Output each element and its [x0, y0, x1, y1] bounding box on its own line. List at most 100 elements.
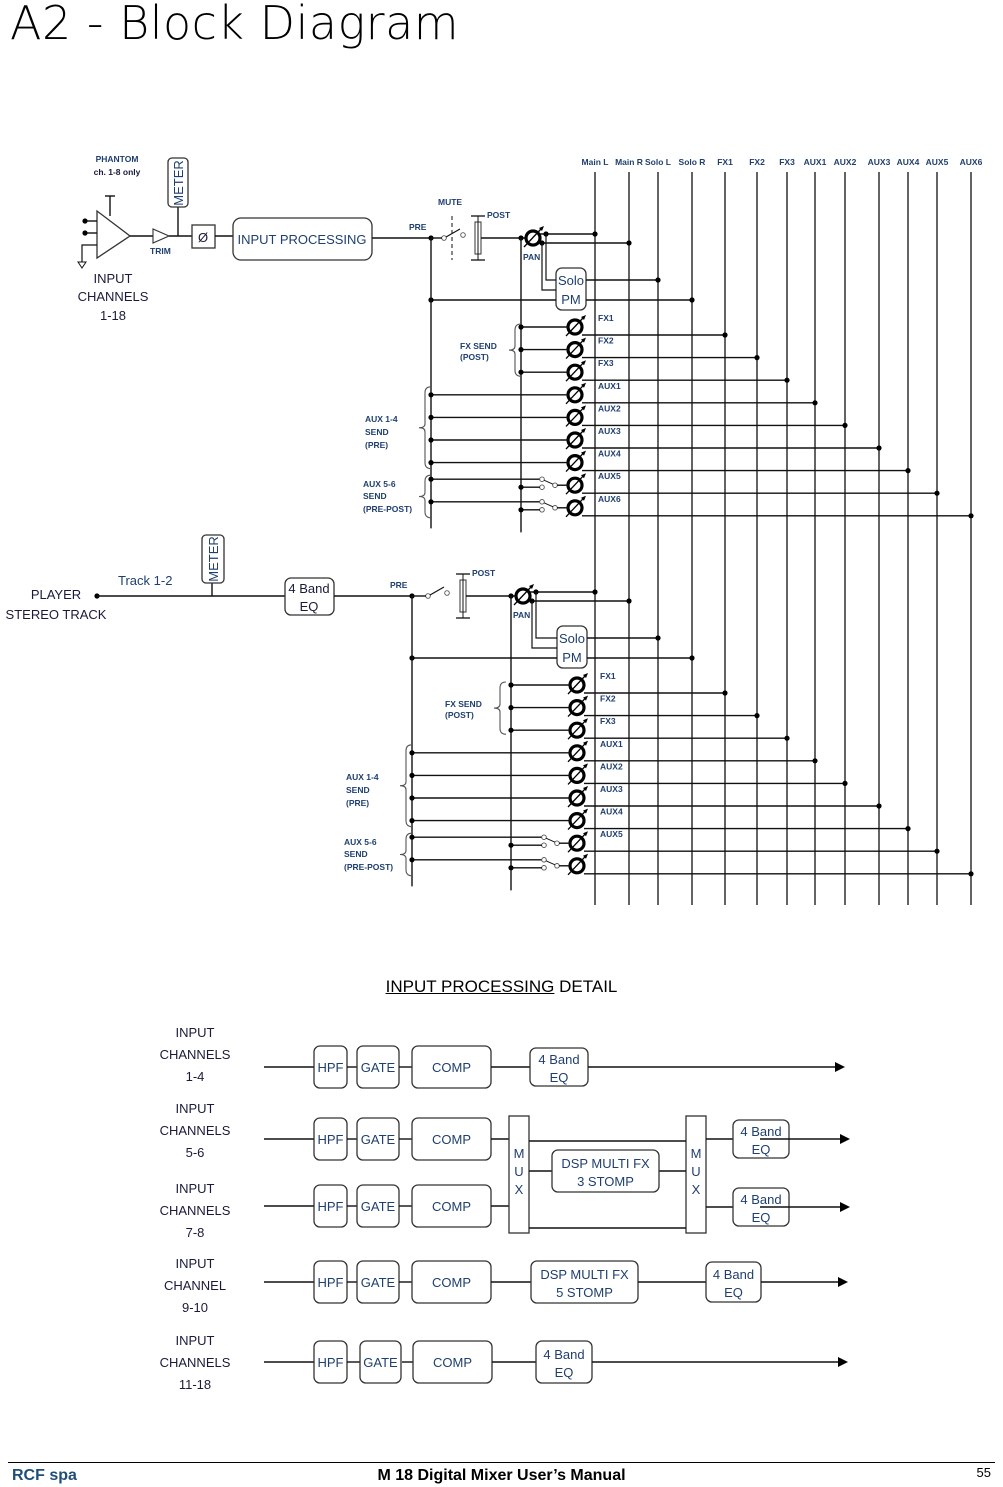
row-label-2: INPUT: [176, 1181, 215, 1196]
mute-switch-icon: [429, 586, 445, 596]
post-send-dot: [518, 324, 524, 330]
send-knob-icon: [567, 673, 588, 695]
aux14-label: AUX 1-4: [365, 414, 398, 424]
post-label: POST: [487, 210, 511, 220]
bus-label-10: AUX4: [897, 157, 920, 167]
row-label-4: INPUT: [176, 1333, 215, 1348]
send-label-aux6: AUX6: [598, 494, 621, 504]
junction-dot: [655, 277, 661, 283]
mux-label: M: [691, 1146, 702, 1161]
send-label-aux4: AUX4: [598, 449, 621, 459]
mux-label: X: [515, 1182, 524, 1197]
bus-junction-dot: [812, 400, 818, 406]
switch-contact-icon: [541, 857, 547, 863]
eq-block-label: EQ: [752, 1210, 771, 1225]
switch-contact-icon: [552, 505, 558, 511]
bus-label-2: Solo L: [645, 157, 671, 167]
send-label-fx3: FX3: [600, 716, 616, 726]
hpf-block-label: HPF: [318, 1060, 344, 1075]
bus-label-1: Main R: [615, 157, 643, 167]
aux56-sub-label: (PRE-POST): [344, 862, 393, 872]
eq-block-label: 4 Band: [740, 1192, 781, 1207]
junction-dot: [689, 655, 695, 661]
pm-label: PM: [562, 650, 582, 665]
send-label-aux2: AUX2: [598, 403, 621, 413]
eq-label: 4 Band: [288, 581, 329, 596]
switch-contact-icon: [539, 484, 545, 490]
aux14-brace-icon: [399, 744, 413, 828]
send-knob-icon: [565, 428, 586, 450]
phantom-label: PHANTOM: [96, 154, 139, 164]
preamp-icon: [96, 209, 132, 260]
mux-label: M: [514, 1146, 525, 1161]
detail-caption-rest: DETAIL: [554, 977, 618, 996]
solo-label: Solo: [559, 631, 585, 646]
input-terminal-dot: [82, 230, 88, 236]
bus-label-0: Main L: [582, 157, 609, 167]
comp-block-label: COMP: [432, 1060, 471, 1075]
row-label-0: CHANNELS: [160, 1047, 231, 1062]
mux-label: U: [691, 1164, 700, 1179]
post-send-dot: [518, 484, 524, 490]
fx-send-brace-icon: [493, 681, 507, 735]
hpf-block-label: HPF: [318, 1199, 344, 1214]
fx-send-sub-label: (POST): [460, 352, 489, 362]
send-knob-icon: [565, 405, 586, 427]
switch-contact-icon: [539, 507, 545, 513]
pan-label: PAN: [523, 252, 540, 262]
row-label-2: CHANNELS: [160, 1203, 231, 1218]
aux14-label: AUX 1-4: [346, 772, 379, 782]
send-knob-icon: [565, 382, 586, 405]
footer-page-number: 55: [976, 1465, 991, 1480]
phantom-note: ch. 1-8 only: [94, 167, 141, 177]
bus-junction-dot: [934, 490, 940, 496]
aux14-brace-icon: [418, 386, 432, 470]
gate-block-label: GATE: [361, 1199, 396, 1214]
input-channels-label: 1-18: [100, 308, 126, 323]
bus-junction-dot: [876, 445, 882, 451]
send-label-aux1: AUX1: [598, 381, 621, 391]
aux56-brace-icon: [418, 474, 432, 519]
junction-dot: [592, 231, 598, 237]
send-knob-icon: [565, 473, 586, 495]
row-label-3: 9-10: [182, 1300, 208, 1315]
pre-send-dot: [409, 795, 415, 801]
bus-junction-dot: [934, 848, 940, 854]
switch-contact-icon: [460, 232, 466, 238]
send-knob-icon: [567, 853, 588, 876]
pre-post-switch-icon: [543, 479, 554, 485]
switch-contact-icon: [539, 499, 545, 505]
switch-contact-icon: [554, 863, 560, 869]
eq-block-label: 4 Band: [713, 1267, 754, 1282]
bus-label-11: AUX5: [926, 157, 949, 167]
bus-label-3: Solo R: [679, 157, 706, 167]
send-knob-icon: [565, 450, 586, 473]
bus-label-6: FX3: [779, 157, 795, 167]
post-send-dot: [518, 369, 524, 375]
page-footer: RCF spa M 18 Digital Mixer User’s Manual…: [8, 1462, 995, 1487]
bus-junction-dot: [876, 803, 882, 809]
pre-send-dot: [428, 499, 434, 505]
send-knob-icon: [567, 740, 588, 763]
eq-block-label: 4 Band: [740, 1124, 781, 1139]
comp-block-label: COMP: [433, 1355, 472, 1370]
switch-contact-icon: [425, 593, 431, 599]
send-knob-icon: [565, 360, 586, 382]
phase-invert-icon: Ø: [198, 230, 208, 245]
row-label-4: CHANNELS: [160, 1355, 231, 1370]
pre-send-dot: [409, 834, 415, 840]
bus-label-12: AUX6: [960, 157, 983, 167]
switch-contact-icon: [444, 590, 450, 596]
pm-label: PM: [561, 292, 581, 307]
bus-junction-dot: [754, 355, 760, 361]
switch-contact-icon: [554, 840, 560, 846]
arrow-head-icon: [838, 1357, 848, 1367]
junction-dot: [655, 635, 661, 641]
input-terminal-dot: [82, 218, 88, 224]
meter-label: METER: [171, 160, 186, 206]
send-knob-icon: [565, 495, 586, 518]
aux14-sub-label: (PRE): [346, 798, 369, 808]
bus-junction-dot: [722, 690, 728, 696]
send-knob-icon: [567, 718, 588, 740]
pre-send-dot: [409, 857, 415, 863]
